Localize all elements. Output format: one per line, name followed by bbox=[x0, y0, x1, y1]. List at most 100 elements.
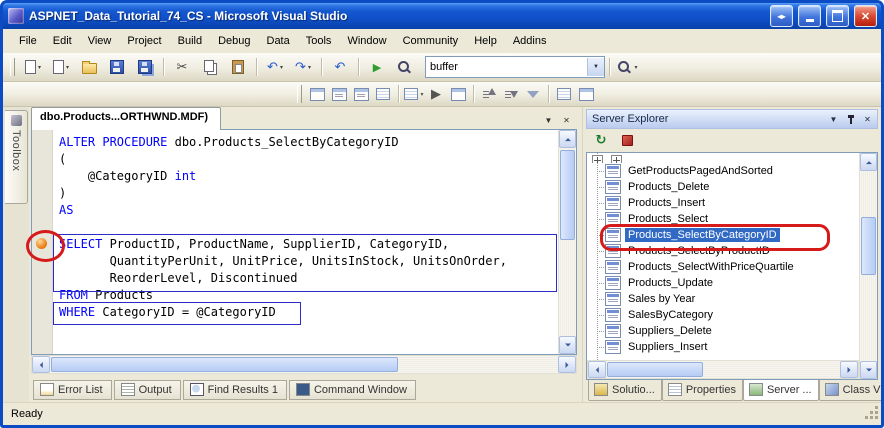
paste-button[interactable] bbox=[224, 56, 252, 78]
find-options-button[interactable]: ▾ bbox=[614, 56, 642, 78]
menu-item-window[interactable]: Window bbox=[339, 31, 394, 51]
scrollbar-track[interactable] bbox=[50, 356, 558, 373]
tree-item-products-selectbycategoryid[interactable]: Products_SelectByCategoryID bbox=[587, 227, 859, 243]
code-area[interactable]: ALTER PROCEDURE dbo.Products_SelectByCat… bbox=[53, 130, 558, 354]
scrollbar-track[interactable] bbox=[606, 361, 840, 378]
tab-error-list[interactable]: Error List bbox=[33, 380, 112, 400]
window-position-dropdown-button[interactable]: ▼ bbox=[826, 112, 841, 126]
menu-item-debug[interactable]: Debug bbox=[210, 31, 258, 51]
tree-item-suppliers-delete[interactable]: Suppliers_Delete bbox=[587, 323, 859, 339]
scroll-left-button[interactable] bbox=[588, 361, 606, 378]
sort-ascending-button[interactable] bbox=[478, 84, 500, 104]
tab-properties[interactable]: Properties bbox=[662, 380, 743, 401]
redo-button[interactable]: ↷▾ bbox=[289, 56, 317, 78]
tree-vertical-scrollbar[interactable] bbox=[859, 153, 877, 379]
find-combo-input[interactable] bbox=[426, 60, 587, 74]
scroll-up-button[interactable] bbox=[860, 153, 877, 171]
find-in-files-button[interactable] bbox=[391, 56, 419, 78]
server-explorer-tree[interactable]: GetProductsPagedAndSortedProducts_Delete… bbox=[586, 152, 878, 380]
tree-item-products-selectbyproductid[interactable]: Products_SelectByProductID bbox=[587, 243, 859, 259]
scrollbar-thumb[interactable] bbox=[560, 150, 575, 240]
sort-descending-button[interactable] bbox=[500, 84, 522, 104]
scrollbar-track[interactable] bbox=[860, 171, 877, 361]
scroll-left-button[interactable] bbox=[32, 356, 50, 373]
menu-item-data[interactable]: Data bbox=[259, 31, 298, 51]
expand-icon[interactable] bbox=[592, 155, 603, 163]
sql-editor[interactable]: ALTER PROCEDURE dbo.Products_SelectByCat… bbox=[31, 129, 577, 355]
refresh-button[interactable]: ↻ bbox=[591, 131, 611, 150]
start-debugging-button[interactable]: ▶ bbox=[363, 56, 391, 78]
combo-dropdown-button[interactable]: ▼ bbox=[587, 58, 604, 76]
use-group-by-button[interactable] bbox=[553, 84, 575, 104]
tree-item-salesbycategory[interactable]: SalesByCategory bbox=[587, 307, 859, 323]
verify-sql-button[interactable] bbox=[447, 84, 469, 104]
tree-item-suppliers-insert[interactable]: Suppliers_Insert bbox=[587, 339, 859, 355]
show-diagram-pane-button[interactable] bbox=[306, 84, 328, 104]
change-query-type-button[interactable]: ▾ bbox=[403, 84, 425, 104]
tree-item-products-delete[interactable]: Products_Delete bbox=[587, 179, 859, 195]
menu-item-help[interactable]: Help bbox=[466, 31, 505, 51]
scroll-right-button[interactable] bbox=[840, 361, 858, 378]
show-criteria-pane-button[interactable] bbox=[328, 84, 350, 104]
navigate-backward-button[interactable]: ↶ bbox=[326, 56, 354, 78]
tree-item-products-update[interactable]: Products_Update bbox=[587, 275, 859, 291]
tree-item-getproductspagedandsorted[interactable]: GetProductsPagedAndSorted bbox=[587, 163, 859, 179]
add-item-button[interactable]: ▾ bbox=[47, 56, 75, 78]
scrollbar-thumb[interactable] bbox=[861, 217, 876, 275]
tab-command-window[interactable]: Command Window bbox=[289, 380, 416, 400]
undo-button[interactable]: ↶▾ bbox=[261, 56, 289, 78]
editor-vertical-scrollbar[interactable] bbox=[558, 130, 576, 354]
toolbar-grip[interactable] bbox=[10, 58, 15, 76]
scroll-down-button[interactable] bbox=[860, 361, 877, 379]
document-tab[interactable]: dbo.Products...ORTHWND.MDF) bbox=[31, 107, 221, 130]
close-document-button[interactable]: ✕ bbox=[559, 113, 574, 127]
expand-icon[interactable] bbox=[611, 155, 622, 163]
breakpoint-glyph[interactable] bbox=[36, 238, 47, 249]
menu-item-view[interactable]: View bbox=[80, 31, 120, 51]
scrollbar-thumb[interactable] bbox=[607, 362, 703, 377]
execute-sql-button[interactable]: ▶ bbox=[425, 84, 447, 104]
show-results-pane-button[interactable] bbox=[372, 84, 394, 104]
menu-item-edit[interactable]: Edit bbox=[45, 31, 80, 51]
close-panel-button[interactable]: ✕ bbox=[860, 112, 875, 126]
tree-horizontal-scrollbar[interactable] bbox=[587, 360, 859, 379]
resize-grip[interactable] bbox=[866, 407, 880, 421]
minimize-button[interactable] bbox=[798, 5, 821, 27]
close-button[interactable]: ✕ bbox=[854, 5, 877, 27]
tree-item-products-selectwithpricequartile[interactable]: Products_SelectWithPriceQuartile bbox=[587, 259, 859, 275]
window-arrows-button[interactable]: ◂▸ bbox=[770, 5, 793, 27]
scrollbar-thumb[interactable] bbox=[51, 357, 398, 372]
copy-button[interactable] bbox=[196, 56, 224, 78]
scroll-up-button[interactable] bbox=[559, 130, 576, 148]
tab-find-results-1[interactable]: Find Results 1 bbox=[183, 380, 287, 400]
scroll-down-button[interactable] bbox=[559, 336, 576, 354]
toolbox-tab[interactable]: Toolbox bbox=[5, 110, 28, 204]
find-combo[interactable]: ▼ bbox=[425, 56, 605, 78]
menu-item-build[interactable]: Build bbox=[170, 31, 210, 51]
remove-filter-button[interactable] bbox=[522, 84, 544, 104]
toolbar-grip[interactable] bbox=[297, 85, 302, 103]
auto-hide-pin-button[interactable] bbox=[843, 112, 858, 126]
scroll-right-button[interactable] bbox=[558, 356, 576, 373]
titlebar[interactable]: ASPNET_Data_Tutorial_74_CS - Microsoft V… bbox=[3, 3, 881, 29]
cut-button[interactable]: ✂ bbox=[168, 56, 196, 78]
tab-solutio[interactable]: Solutio... bbox=[588, 380, 662, 401]
tree-item-sales-by-year[interactable]: Sales by Year bbox=[587, 291, 859, 307]
editor-horizontal-scrollbar[interactable] bbox=[31, 355, 577, 374]
stop-refresh-button[interactable] bbox=[617, 131, 637, 150]
tree-item-products-select[interactable]: Products_Select bbox=[587, 211, 859, 227]
menu-item-tools[interactable]: Tools bbox=[298, 31, 340, 51]
server-explorer-titlebar[interactable]: Server Explorer ▼ ✕ bbox=[586, 109, 878, 129]
menu-item-file[interactable]: File bbox=[11, 31, 45, 51]
tab-output[interactable]: Output bbox=[114, 380, 181, 400]
maximize-button[interactable] bbox=[826, 5, 849, 27]
tab-server[interactable]: Server ... bbox=[743, 380, 819, 401]
save-all-button[interactable] bbox=[131, 56, 159, 78]
scrollbar-track[interactable] bbox=[559, 148, 576, 336]
new-project-button[interactable]: ▾ bbox=[19, 56, 47, 78]
menu-item-project[interactable]: Project bbox=[119, 31, 169, 51]
menu-item-community[interactable]: Community bbox=[395, 31, 467, 51]
add-table-button[interactable] bbox=[575, 84, 597, 104]
open-file-button[interactable] bbox=[75, 56, 103, 78]
tab-class-view[interactable]: Class View bbox=[819, 380, 884, 401]
